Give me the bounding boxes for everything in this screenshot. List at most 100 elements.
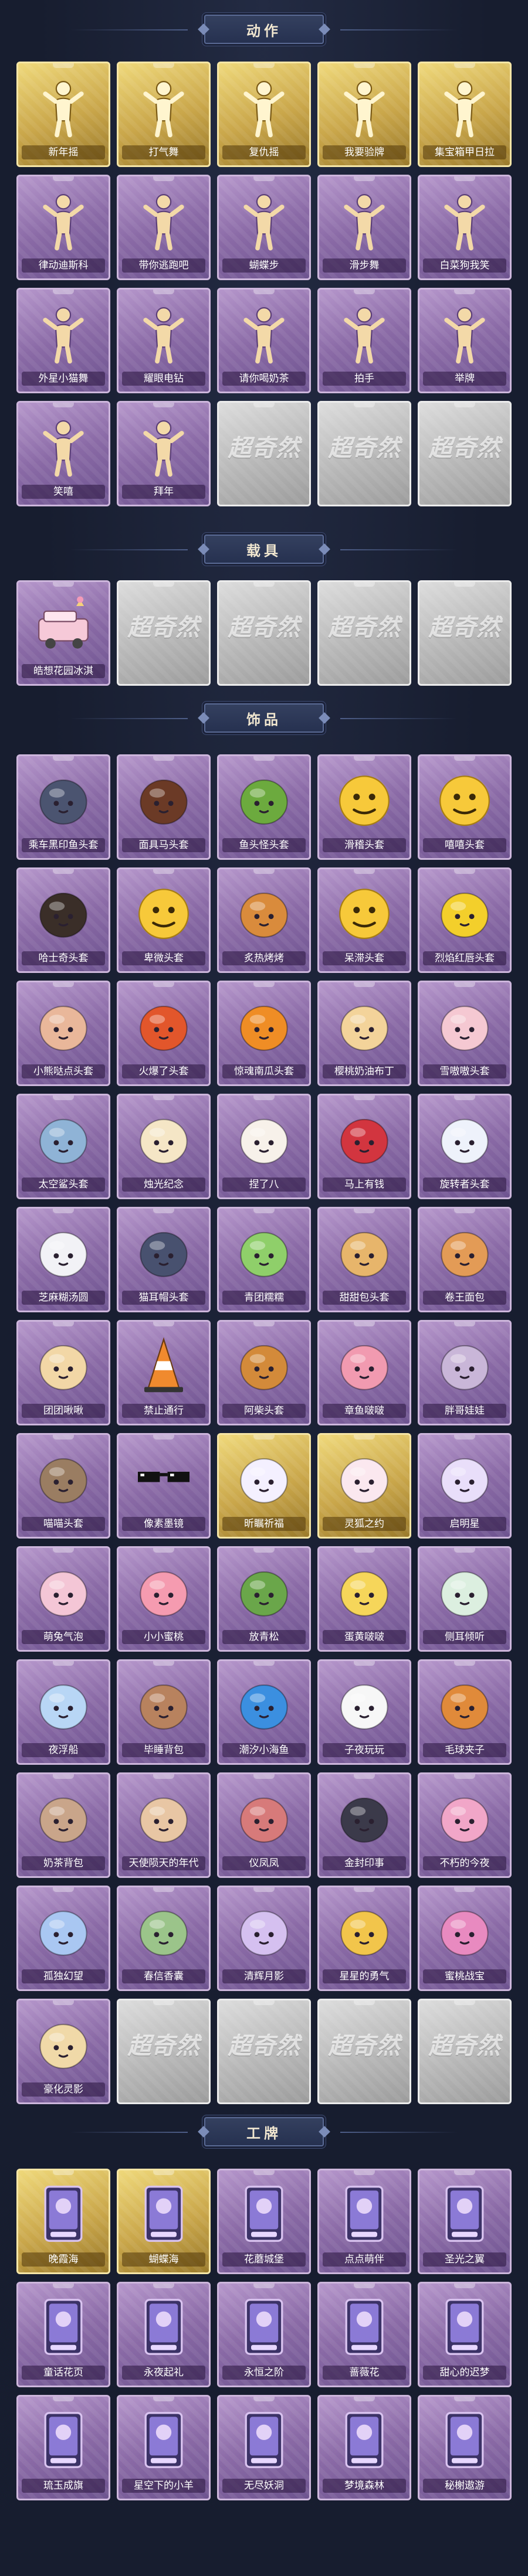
locked-item-card[interactable]: 超奇然 — [418, 580, 512, 686]
item-card[interactable]: 梦境森林 — [317, 2395, 411, 2500]
item-card[interactable]: 我要验牌 — [317, 62, 411, 167]
item-card[interactable]: 侧耳倾听 — [418, 1546, 512, 1652]
item-card[interactable]: 新年摇 — [16, 62, 110, 167]
item-card[interactable]: 胖哥娃娃 — [418, 1320, 512, 1425]
item-card[interactable]: 举牌 — [418, 288, 512, 393]
item-card[interactable]: 笑嘻 — [16, 401, 110, 506]
item-card[interactable]: 蝴蝶海 — [117, 2169, 211, 2274]
item-card[interactable]: 点点萌伴 — [317, 2169, 411, 2274]
item-card[interactable]: 像素墨镜 — [117, 1433, 211, 1539]
item-card[interactable]: 萌兔气泡 — [16, 1546, 110, 1652]
locked-item-card[interactable]: 超奇然 — [418, 401, 512, 506]
item-card[interactable]: 律动迪斯科 — [16, 175, 110, 280]
locked-item-card[interactable]: 超奇然 — [418, 1999, 512, 2104]
item-card[interactable]: 白菜狗我笑 — [418, 175, 512, 280]
item-card[interactable]: 拍手 — [317, 288, 411, 393]
locked-item-card[interactable]: 超奇然 — [217, 580, 311, 686]
item-card[interactable]: 蔷薇花 — [317, 2282, 411, 2387]
item-card[interactable]: 惊魂南瓜头套 — [217, 981, 311, 1086]
item-card[interactable]: 启明星 — [418, 1433, 512, 1539]
item-card[interactable]: 永夜起礼 — [117, 2282, 211, 2387]
item-card[interactable]: 卷王面包 — [418, 1207, 512, 1312]
item-card[interactable]: 晚霞海 — [16, 2169, 110, 2274]
item-card[interactable]: 鱼头怪头套 — [217, 754, 311, 860]
item-card[interactable]: 嘻嘻头套 — [418, 754, 512, 860]
item-card[interactable]: 芝麻糊汤圆 — [16, 1207, 110, 1312]
item-card[interactable]: 阿柴头套 — [217, 1320, 311, 1425]
locked-item-card[interactable]: 超奇然 — [117, 1999, 211, 2104]
locked-item-card[interactable]: 超奇然 — [317, 1999, 411, 2104]
locked-item-card[interactable]: 超奇然 — [217, 1999, 311, 2104]
item-card[interactable]: 打气舞 — [117, 62, 211, 167]
item-card[interactable]: 复仇摇 — [217, 62, 311, 167]
item-card[interactable]: 小熊哒点头套 — [16, 981, 110, 1086]
item-card[interactable]: 皓想花园冰淇 — [16, 580, 110, 686]
item-card[interactable]: 乘车黑印鱼头套 — [16, 754, 110, 860]
item-card[interactable]: 永恒之阶 — [217, 2282, 311, 2387]
item-card[interactable]: 不朽的今夜 — [418, 1772, 512, 1878]
item-card[interactable]: 章鱼啵啵 — [317, 1320, 411, 1425]
item-card[interactable]: 团团啾啾 — [16, 1320, 110, 1425]
item-card[interactable]: 外星小猫舞 — [16, 288, 110, 393]
item-card[interactable]: 清辉月影 — [217, 1886, 311, 1991]
item-card[interactable]: 无尽妖洞 — [217, 2395, 311, 2500]
item-card[interactable]: 雪嗷嗷头套 — [418, 981, 512, 1086]
item-card[interactable]: 旋转者头套 — [418, 1094, 512, 1199]
item-card[interactable]: 蛋黄啵啵 — [317, 1546, 411, 1652]
item-card[interactable]: 集宝箱甲日拉 — [418, 62, 512, 167]
item-card[interactable]: 小小蜜桃 — [117, 1546, 211, 1652]
item-card[interactable]: 奶茶背包 — [16, 1772, 110, 1878]
item-card[interactable]: 蝴蝶步 — [217, 175, 311, 280]
item-card[interactable]: 请你喝奶茶 — [217, 288, 311, 393]
item-card[interactable]: 毕睡背包 — [117, 1659, 211, 1765]
item-card[interactable]: 童话花页 — [16, 2282, 110, 2387]
item-card[interactable]: 甜甜包头套 — [317, 1207, 411, 1312]
item-card[interactable]: 樱桃奶油布丁 — [317, 981, 411, 1086]
item-card[interactable]: 卑微头套 — [117, 867, 211, 973]
item-card[interactable]: 花蘑城堡 — [217, 2169, 311, 2274]
item-card[interactable]: 哈士奇头套 — [16, 867, 110, 973]
item-card[interactable]: 仪凤凤 — [217, 1772, 311, 1878]
item-card[interactable]: 星空下的小羊 — [117, 2395, 211, 2500]
item-card[interactable]: 圣光之翼 — [418, 2169, 512, 2274]
item-card[interactable]: 呆滞头套 — [317, 867, 411, 973]
item-card[interactable]: 子夜玩玩 — [317, 1659, 411, 1765]
item-card[interactable]: 灵狐之约 — [317, 1433, 411, 1539]
locked-item-card[interactable]: 超奇然 — [317, 580, 411, 686]
item-card[interactable]: 滑步舞 — [317, 175, 411, 280]
item-card[interactable]: 太空鲨头套 — [16, 1094, 110, 1199]
item-card[interactable]: 猫耳帽头套 — [117, 1207, 211, 1312]
item-card[interactable]: 甜心的迟梦 — [418, 2282, 512, 2387]
item-card[interactable]: 烈焰红唇头套 — [418, 867, 512, 973]
item-card[interactable]: 耀眼电钻 — [117, 288, 211, 393]
item-card[interactable]: 放青松 — [217, 1546, 311, 1652]
item-card[interactable]: 昕瞩祈福 — [217, 1433, 311, 1539]
item-card[interactable]: 星星的勇气 — [317, 1886, 411, 1991]
item-card[interactable]: 滑稽头套 — [317, 754, 411, 860]
item-card[interactable]: 夜浮船 — [16, 1659, 110, 1765]
item-card[interactable]: 面具马头套 — [117, 754, 211, 860]
item-card[interactable]: 孤独幻望 — [16, 1886, 110, 1991]
item-card[interactable]: 毛球夹子 — [418, 1659, 512, 1765]
item-card[interactable]: 喵喵头套 — [16, 1433, 110, 1539]
item-card[interactable]: 炙热烤烤 — [217, 867, 311, 973]
item-card[interactable]: 蜜桃战宝 — [418, 1886, 512, 1991]
locked-item-card[interactable]: 超奇然 — [217, 401, 311, 506]
item-card[interactable]: 马上有钱 — [317, 1094, 411, 1199]
item-card[interactable]: 拜年 — [117, 401, 211, 506]
item-card[interactable]: 潮汐小海鱼 — [217, 1659, 311, 1765]
locked-item-card[interactable]: 超奇然 — [317, 401, 411, 506]
item-card[interactable]: 青团糯糯 — [217, 1207, 311, 1312]
item-card[interactable]: 捏了八 — [217, 1094, 311, 1199]
item-card[interactable]: 天使陨天的年代 — [117, 1772, 211, 1878]
item-card[interactable]: 琉玉成旗 — [16, 2395, 110, 2500]
item-card[interactable]: 禁止通行 — [117, 1320, 211, 1425]
item-card[interactable]: 秘榭遨游 — [418, 2395, 512, 2500]
item-card[interactable]: 带你逃跑吧 — [117, 175, 211, 280]
item-card[interactable]: 豪化灵影 — [16, 1999, 110, 2104]
item-card[interactable]: 金封印事 — [317, 1772, 411, 1878]
item-card[interactable]: 火爆了头套 — [117, 981, 211, 1086]
locked-item-card[interactable]: 超奇然 — [117, 580, 211, 686]
item-card[interactable]: 春信香囊 — [117, 1886, 211, 1991]
item-card[interactable]: 烛光纪念 — [117, 1094, 211, 1199]
